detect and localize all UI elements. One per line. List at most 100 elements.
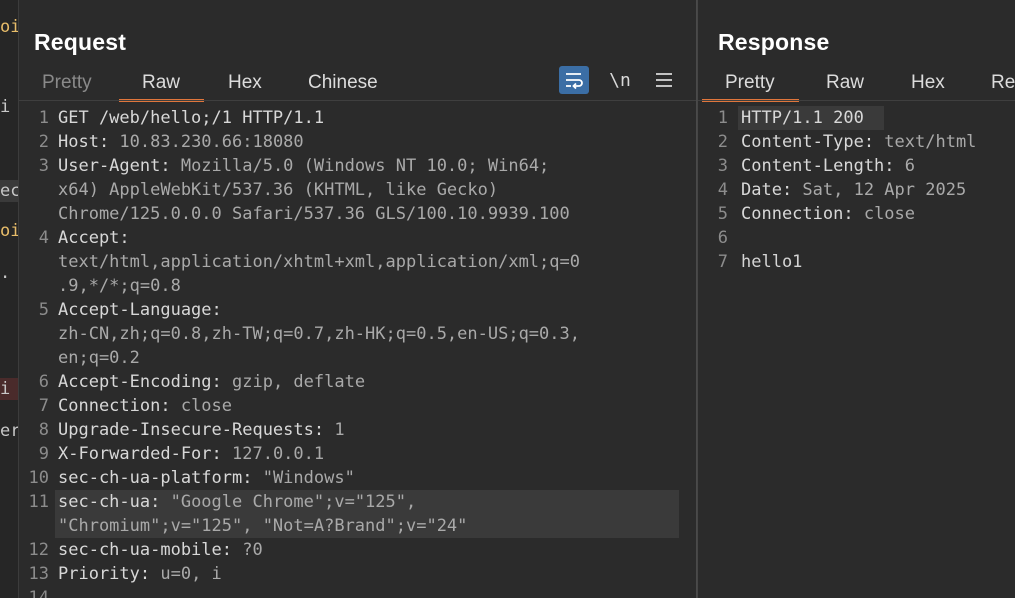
code-line: en;q=0.2	[19, 346, 697, 370]
request-title: Request	[34, 29, 127, 55]
header-name: Host:	[58, 132, 120, 152]
code-text: X-Forwarded-For: 127.0.0.1	[58, 442, 324, 466]
code-line: Chrome/125.0.0.0 Safari/537.36 GLS/100.1…	[19, 202, 697, 226]
code-text: Priority: u=0, i	[58, 562, 222, 586]
header-value: "Chromium";v="125", "Not=A?Brand";v="24"	[58, 516, 468, 536]
header-name: Content-Length:	[741, 156, 905, 176]
header-value: Chrome/125.0.0.0 Safari/537.36 GLS/100.1…	[58, 204, 570, 224]
line-number: 10	[28, 468, 49, 488]
header-name: Accept-Encoding:	[58, 372, 232, 392]
code-text: Connection: close	[58, 394, 232, 418]
code-text: User-Agent: Mozilla/5.0 (Windows NT 10.0…	[58, 154, 549, 178]
line-number: 11	[28, 492, 49, 512]
tabs-divider	[698, 100, 1015, 101]
code-line: x64) AppleWebKit/537.36 (KHTML, like Gec…	[19, 178, 697, 202]
hamburger-menu-icon	[656, 73, 672, 87]
code-line: 4 Date: Sat, 12 Apr 2025	[698, 178, 1015, 202]
code-line: 13 Priority: u=0, i	[19, 562, 697, 586]
header-value: Sat, 12 Apr 2025	[802, 180, 967, 200]
header-value: 1	[334, 420, 345, 440]
header-name: sec-ch-ua-platform:	[58, 468, 263, 488]
code-text: zh-CN,zh;q=0.8,zh-TW;q=0.7,zh-HK;q=0.5,e…	[58, 322, 580, 346]
header-value: hello1	[741, 252, 803, 272]
tab-hex[interactable]: Hex	[228, 66, 262, 100]
header-value: .9,*/*;q=0.8	[58, 276, 181, 296]
code-text: Content-Length: 6	[741, 154, 915, 178]
line-number: 7	[38, 396, 49, 416]
header-name: Connection:	[58, 396, 181, 416]
request-editor[interactable]: 1 GET /web/hello;/1 HTTP/1.1 2 Host: 10.83.…	[19, 106, 697, 598]
line-number: 2	[717, 132, 728, 152]
code-line: 12 sec-ch-ua-mobile: ?0	[19, 538, 697, 562]
header-value: "Google Chrome";v="125",	[170, 492, 417, 512]
options-menu-button[interactable]	[649, 66, 679, 94]
strip-text: er	[0, 421, 18, 441]
code-text: Chrome/125.0.0.0 Safari/537.36 GLS/100.1…	[58, 202, 570, 226]
header-name: Upgrade-Insecure-Requests:	[58, 420, 335, 440]
line-number: 9	[38, 444, 49, 464]
line-number: 14	[28, 588, 49, 598]
code-line: 5 Connection: close	[698, 202, 1015, 226]
code-text: sec-ch-ua-mobile: ?0	[58, 538, 263, 562]
code-line: 5 Accept-Language:	[19, 298, 697, 322]
request-tabs: Pretty Raw Hex Chinese	[19, 66, 697, 102]
tab-pretty[interactable]: Pretty	[702, 66, 799, 102]
line-number: 6	[38, 372, 49, 392]
code-text: Content-Type: text/html	[741, 130, 976, 154]
wrap-lines-button[interactable]	[559, 66, 589, 94]
response-viewer[interactable]: 1 HTTP/1.1 200 2 Content-Type: text/html 3 Co…	[698, 106, 1015, 598]
header-value: 6	[904, 156, 916, 176]
tab-render[interactable]: Re	[991, 66, 1015, 100]
header-value: close	[863, 204, 916, 224]
background-editor-strip: oi i ec oi . i er	[0, 0, 18, 598]
header-name: sec-ch-ua-mobile:	[58, 540, 243, 560]
code-text: Upgrade-Insecure-Requests: 1	[58, 418, 345, 442]
code-text: .9,*/*;q=0.8	[58, 274, 181, 298]
header-name: X-Forwarded-For:	[58, 444, 232, 464]
header-name: Priority:	[58, 564, 161, 584]
code-text: "Chromium";v="125", "Not=A?Brand";v="24"	[58, 514, 467, 538]
code-text: Accept:	[58, 226, 130, 250]
tab-chinese[interactable]: Chinese	[308, 66, 378, 100]
code-line: 1 HTTP/1.1 200	[698, 106, 1015, 130]
line-number: 1	[38, 108, 49, 128]
code-line: 8 Upgrade-Insecure-Requests: 1	[19, 418, 697, 442]
strip-text: oi	[0, 221, 18, 241]
code-line: 7 Connection: close	[19, 394, 697, 418]
tab-raw[interactable]: Raw	[118, 66, 205, 102]
show-newlines-button[interactable]: \n	[605, 66, 635, 94]
line-number: 4	[38, 228, 49, 248]
code-line: "Chromium";v="125", "Not=A?Brand";v="24"	[19, 514, 697, 538]
code-line: 2 Content-Type: text/html	[698, 130, 1015, 154]
header-value: "Windows"	[262, 468, 355, 488]
code-text: sec-ch-ua: "Google Chrome";v="125",	[58, 490, 416, 514]
request-pane: Request Pretty Raw Hex Chinese \n 1 GET /…	[18, 0, 697, 598]
code-line: 2 Host: 10.83.230.66:18080	[19, 130, 697, 154]
code-line: 3 Content-Length: 6	[698, 154, 1015, 178]
tab-pretty[interactable]: Pretty	[42, 66, 92, 100]
header-value: x64) AppleWebKit/537.36 (KHTML, like Gec…	[58, 180, 499, 200]
line-number: 8	[38, 420, 49, 440]
header-name: GET /web/hello;/1 HTTP/1.1	[58, 108, 325, 128]
code-text: Accept-Encoding: gzip, deflate	[58, 370, 365, 394]
strip-text: ec	[0, 180, 18, 202]
code-text: Date: Sat, 12 Apr 2025	[741, 178, 966, 202]
header-value: close	[180, 396, 233, 416]
code-text: text/html,application/xhtml+xml,applicat…	[58, 250, 580, 274]
header-name: Date:	[741, 180, 803, 200]
header-value: zh-CN,zh;q=0.8,zh-TW;q=0.7,zh-HK;q=0.5,e…	[58, 324, 580, 344]
code-text: Accept-Language:	[58, 298, 222, 322]
code-line: 6	[698, 226, 1015, 250]
tabs-divider	[19, 100, 697, 101]
strip-text: i	[0, 378, 18, 400]
http-editor-window: oi i ec oi . i er Request Pretty Raw Hex…	[0, 0, 1015, 598]
header-name: Connection:	[741, 204, 864, 224]
tab-hex[interactable]: Hex	[911, 66, 945, 100]
code-line: 11 sec-ch-ua: "Google Chrome";v="125",	[19, 490, 697, 514]
header-value: Mozilla/5.0 (Windows NT 10.0; Win64;	[180, 156, 550, 176]
header-value: 127.0.0.1	[232, 444, 325, 464]
tab-raw[interactable]: Raw	[826, 66, 864, 100]
header-name: Accept:	[58, 228, 130, 248]
code-text: GET /web/hello;/1 HTTP/1.1	[58, 106, 324, 130]
line-number: 4	[717, 180, 728, 200]
